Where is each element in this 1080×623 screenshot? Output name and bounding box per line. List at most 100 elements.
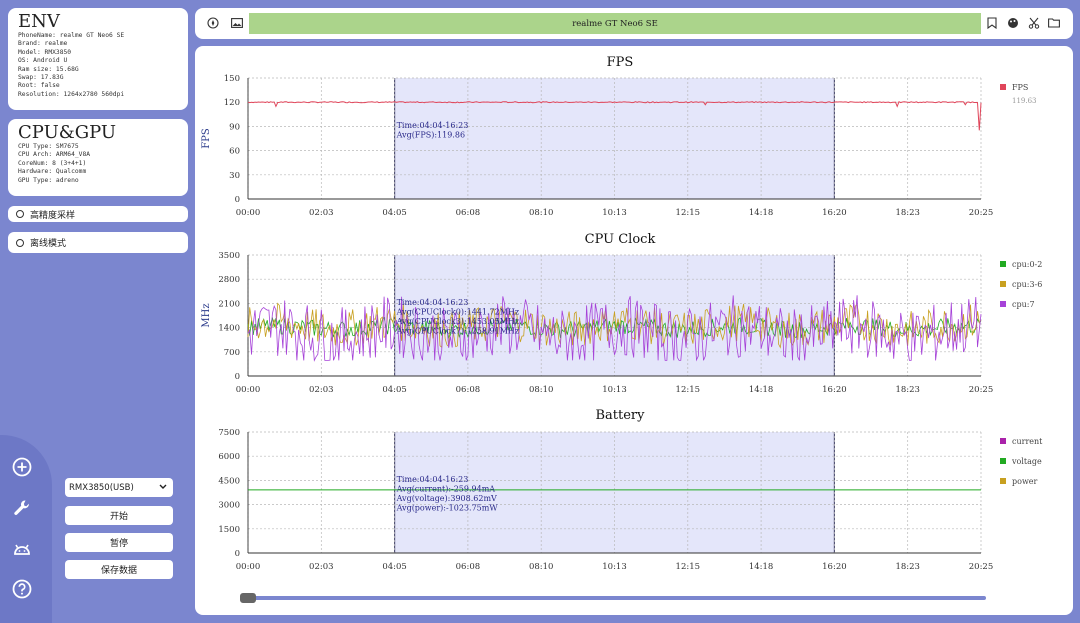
y-tick-label: 2100 [218, 299, 240, 309]
bookmark-icon[interactable] [984, 15, 1000, 31]
slider-handle-start[interactable] [240, 593, 256, 603]
legend-label: power [1012, 477, 1038, 486]
offline-mode-toggle[interactable]: 离线模式 [8, 232, 188, 253]
env-line: OS: Android U [18, 57, 68, 65]
x-tick-label: 10:13 [602, 208, 627, 218]
x-tick-label: 20:25 [969, 208, 994, 218]
compass-icon[interactable] [205, 15, 221, 31]
avg-annotation: Time:04:04-16:23 [397, 121, 469, 130]
x-tick-label: 00:00 [236, 208, 261, 218]
x-tick-label: 10:13 [602, 385, 627, 395]
time-range-slider[interactable] [244, 596, 986, 600]
x-tick-label: 06:08 [456, 385, 481, 395]
env-line: Resolution: 1264x2780 560dpi [18, 90, 125, 98]
start-button[interactable]: 开始 [65, 506, 173, 525]
y-tick-label: 120 [224, 98, 240, 108]
device-select-value: RMX3850(USB) [69, 482, 134, 493]
y-tick-label: 1500 [218, 525, 240, 535]
offline-mode-label: 离线模式 [30, 239, 67, 249]
y-tick-label: 700 [224, 348, 240, 358]
legend-swatch [1000, 261, 1006, 267]
x-tick-label: 20:25 [969, 562, 994, 572]
avg-annotation: Avg(CPUClock7):1258.91MHz [396, 327, 520, 336]
x-tick-label: 08:10 [529, 208, 554, 218]
wrench-icon[interactable] [11, 497, 33, 519]
avg-annotation: Avg(CPUClock0):1441.72MHz [396, 308, 520, 317]
avg-annotation: Avg(current):-259.94mA [396, 485, 496, 494]
y-tick-label: 0 [235, 549, 240, 559]
x-tick-label: 08:10 [529, 385, 554, 395]
x-tick-label: 18:23 [895, 385, 920, 395]
folder-open-icon[interactable] [1046, 15, 1062, 31]
x-tick-label: 12:15 [676, 385, 701, 395]
high-precision-toggle[interactable]: 高精度采样 [8, 206, 188, 222]
legend-label: voltage [1011, 457, 1042, 466]
x-tick-label: 16:20 [822, 562, 847, 572]
x-tick-label: 20:25 [969, 385, 994, 395]
env-card: ENV PhoneName: realme GT Neo6 SE Brand: … [8, 8, 188, 110]
android-icon[interactable] [11, 538, 33, 560]
y-tick-label: 90 [229, 122, 240, 132]
legend-swatch [1000, 301, 1006, 307]
x-tick-label: 14:18 [749, 385, 774, 395]
radio-icon [16, 238, 24, 247]
x-tick-label: 16:20 [822, 208, 847, 218]
x-tick-label: 00:00 [236, 385, 261, 395]
y-tick-label: 30 [229, 171, 240, 181]
y-tick-label: 60 [229, 147, 240, 157]
chevron-down-icon [159, 483, 167, 493]
device-title-bar: realme GT Neo6 SE [249, 13, 981, 34]
env-line: PhoneName: realme GT Neo6 SE [18, 32, 125, 39]
legend-label: cpu:7 [1012, 300, 1035, 309]
legend-swatch [1000, 84, 1006, 90]
cpu-line: Hardware: Qualcomm [18, 168, 87, 176]
device-select[interactable]: RMX3850(USB) [65, 478, 173, 497]
y-tick-label: 3500 [218, 251, 240, 261]
y-tick-label: 150 [224, 74, 240, 84]
palette-icon[interactable] [1005, 15, 1021, 31]
avg-annotation: Avg(CPUClock3):1453.05MHz [396, 317, 520, 326]
watermark: 值 什么值得买 [983, 598, 1072, 614]
radio-icon [16, 210, 24, 218]
help-icon[interactable] [11, 578, 33, 600]
x-tick-label: 02:03 [309, 208, 334, 218]
y-tick-label: 3000 [218, 501, 240, 511]
env-line: Brand: realme [18, 40, 68, 48]
legend-label: current [1012, 437, 1043, 446]
legend-swatch [1000, 458, 1006, 464]
y-tick-label: 0 [235, 372, 240, 382]
avg-annotation: Avg(FPS):119.86 [396, 131, 465, 140]
y-tick-label: 7500 [218, 428, 240, 438]
x-tick-label: 10:13 [602, 562, 627, 572]
chart-title: FPS [607, 55, 634, 70]
x-tick-label: 02:03 [309, 385, 334, 395]
env-line: Ram size: 15.68G [18, 65, 79, 73]
y-axis-label: FPS [201, 128, 212, 149]
image-icon[interactable] [229, 15, 245, 31]
env-line: Model: RMX3850 [18, 48, 72, 56]
y-tick-label: 0 [235, 195, 240, 205]
env-info: PhoneName: realme GT Neo6 SE Brand: real… [18, 32, 178, 99]
add-circle-icon[interactable] [11, 456, 33, 478]
legend-label: FPS [1012, 83, 1028, 92]
x-tick-label: 06:08 [456, 562, 481, 572]
x-tick-label: 14:18 [749, 208, 774, 218]
x-tick-label: 18:23 [895, 562, 920, 572]
scissors-icon[interactable] [1026, 15, 1042, 31]
charts-svg: 0 30 60 90 120 150 00:00 02:03 04:05 06:08 08:10 10… [201, 55, 1043, 572]
legend-label: cpu:0-2 [1012, 260, 1042, 269]
cpu-gpu-info: CPU Type: SM7675 CPU Arch: ARM64_V8A Cor… [18, 143, 178, 185]
cpu-gpu-title: CPU&GPU [18, 122, 117, 143]
avg-annotation: Time:04:04-16:23 [397, 298, 469, 307]
high-precision-label: 高精度采样 [30, 210, 76, 221]
y-axis-label: MHz [201, 303, 212, 327]
cpu-gpu-card: CPU&GPU CPU Type: SM7675 CPU Arch: ARM64… [8, 119, 188, 196]
x-tick-label: 12:15 [676, 208, 701, 218]
save-data-button[interactable]: 保存数据 [65, 560, 173, 579]
env-line: Root: false [18, 82, 60, 90]
env-title: ENV [18, 11, 60, 32]
x-tick-label: 04:05 [382, 208, 407, 218]
cpu-line: GPU Type: adreno [18, 176, 79, 184]
pause-button[interactable]: 暂停 [65, 533, 173, 552]
y-tick-label: 2800 [218, 275, 240, 285]
